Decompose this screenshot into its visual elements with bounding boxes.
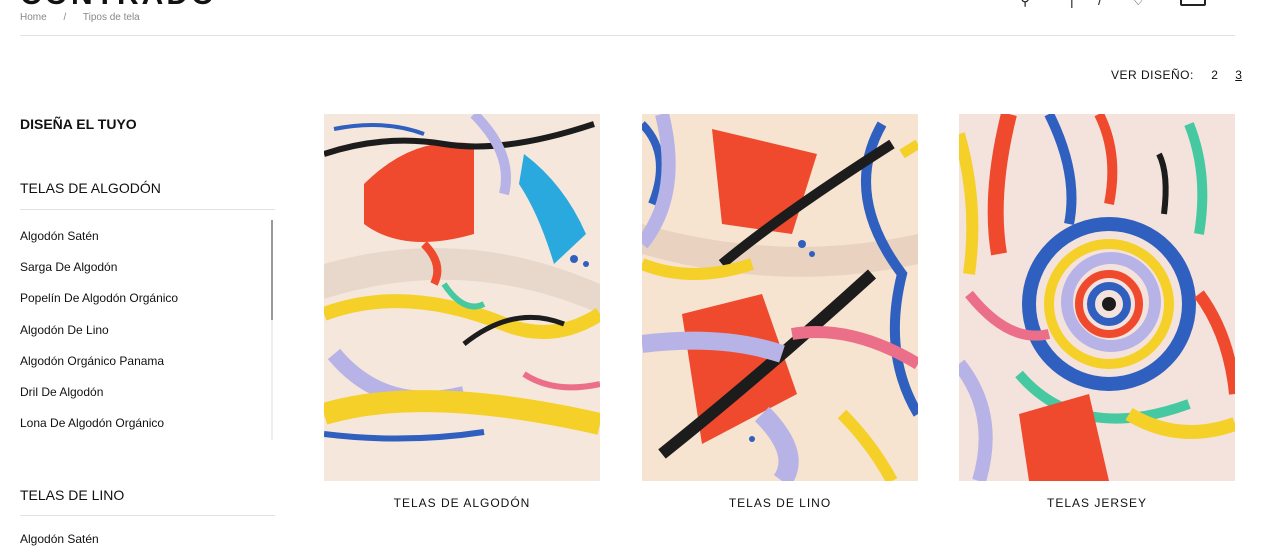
- list-item[interactable]: Lona De Algodón Orgánico: [20, 416, 164, 430]
- cotton-divider: [20, 209, 275, 210]
- list-item[interactable]: Algodón De Lino: [20, 323, 109, 337]
- product-title[interactable]: TELAS DE ALGODÓN: [324, 496, 600, 510]
- site-header: CONTRADO Home / Tipos de tela ⚲ | / ♡: [0, 0, 1285, 36]
- breadcrumb: Home / Tipos de tela: [20, 12, 154, 23]
- linen-divider: [20, 515, 275, 516]
- product-card-cotton[interactable]: TELAS DE ALGODÓN: [324, 114, 600, 510]
- product-image-cotton[interactable]: [324, 114, 600, 481]
- list-scrollbar-thumb[interactable]: [271, 220, 273, 320]
- product-image-jersey[interactable]: [959, 114, 1235, 481]
- product-image-linen[interactable]: [642, 114, 918, 481]
- linen-fabrics-heading[interactable]: TELAS DE LINO: [20, 487, 124, 503]
- breadcrumb-current: Tipos de tela: [82, 12, 140, 23]
- view-option-3[interactable]: 3: [1235, 68, 1242, 82]
- list-item[interactable]: Algodón Orgánico Panama: [20, 354, 164, 368]
- site-logo[interactable]: CONTRADO: [20, 0, 217, 12]
- breadcrumb-separator: /: [63, 12, 67, 23]
- user-icon[interactable]: ⚲: [1020, 0, 1030, 9]
- list-item[interactable]: Algodón Satén: [20, 532, 99, 546]
- view-label: VER DISEÑO:: [1111, 68, 1194, 82]
- view-option-2[interactable]: 2: [1211, 68, 1218, 82]
- cotton-fabrics-heading[interactable]: TELAS DE ALGODÓN: [20, 180, 161, 196]
- list-item[interactable]: Dril De Algodón: [20, 385, 103, 399]
- breadcrumb-home-link[interactable]: Home: [20, 12, 47, 23]
- product-card-jersey[interactable]: TELAS JERSEY: [959, 114, 1235, 510]
- product-title[interactable]: TELAS JERSEY: [959, 496, 1235, 510]
- product-card-linen[interactable]: TELAS DE LINO: [642, 114, 918, 510]
- header-divider: [20, 35, 1235, 36]
- list-item[interactable]: Popelín De Algodón Orgánico: [20, 291, 178, 305]
- search-icon[interactable]: |: [1070, 0, 1074, 8]
- cotton-fabric-list[interactable]: Algodón Satén Sarga De Algodón Popelín D…: [20, 218, 275, 442]
- cart-icon[interactable]: [1180, 0, 1206, 6]
- product-title[interactable]: TELAS DE LINO: [642, 496, 918, 510]
- list-item[interactable]: Algodón Satén: [20, 229, 99, 243]
- view-selector: VER DISEÑO: 2 3: [1111, 68, 1242, 82]
- heart-icon[interactable]: ♡: [1132, 0, 1145, 9]
- design-your-own-link[interactable]: DISEÑA EL TUYO: [20, 116, 137, 132]
- help-icon[interactable]: /: [1098, 0, 1102, 8]
- list-item[interactable]: Sarga De Algodón: [20, 260, 117, 274]
